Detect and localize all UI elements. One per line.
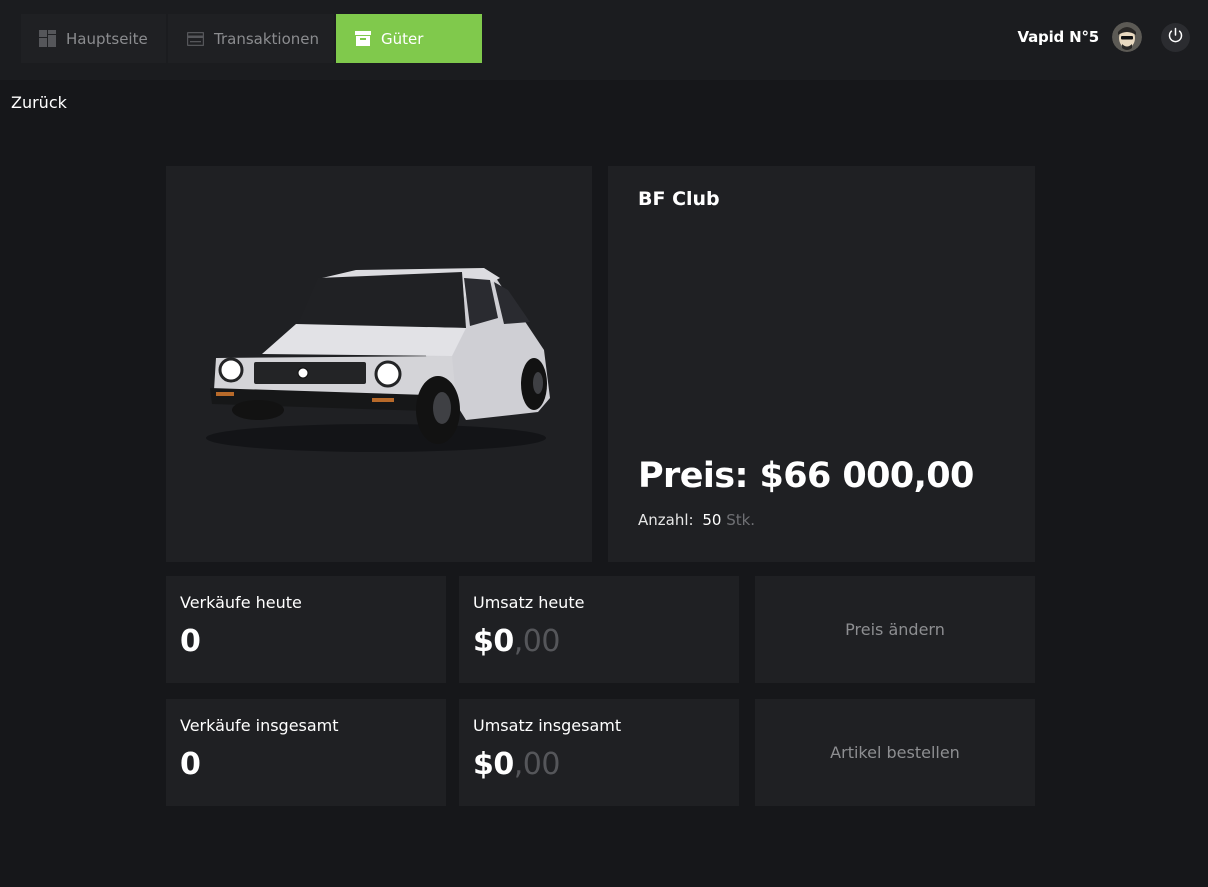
order-items-button[interactable]: Artikel bestellen bbox=[755, 699, 1035, 806]
revenue-today-card: Umsatz heute $0,00 bbox=[459, 576, 739, 683]
sales-today-label: Verkäufe heute bbox=[180, 593, 302, 612]
avatar[interactable] bbox=[1112, 22, 1142, 52]
sales-total-label: Verkäufe insgesamt bbox=[180, 716, 339, 735]
power-icon bbox=[1167, 27, 1184, 48]
sales-today-card: Verkäufe heute 0 bbox=[166, 576, 446, 683]
revenue-total-value: $0,00 bbox=[473, 747, 725, 782]
product-info-card: BF Club Preis: $66 000,00 Anzahl: 50 Stk… bbox=[608, 166, 1035, 562]
quantity-label: Anzahl: bbox=[638, 511, 694, 529]
revenue-today-main: $0 bbox=[473, 624, 514, 659]
power-button[interactable] bbox=[1161, 22, 1190, 52]
product-car-image bbox=[206, 268, 550, 452]
sales-today-value: 0 bbox=[180, 624, 201, 659]
sales-total-card: Verkäufe insgesamt 0 bbox=[166, 699, 446, 806]
card-icon bbox=[187, 31, 204, 46]
nav-tabs: Hauptseite Transaktionen Güter bbox=[21, 14, 482, 63]
tab-transaktionen-label: Transaktionen bbox=[214, 29, 319, 48]
price-row: Preis: $66 000,00 bbox=[638, 456, 974, 496]
quantity-value: 50 bbox=[702, 511, 722, 529]
revenue-total-card: Umsatz insgesamt $0,00 bbox=[459, 699, 739, 806]
revenue-total-label: Umsatz insgesamt bbox=[473, 716, 622, 735]
revenue-today-value: $0,00 bbox=[473, 624, 725, 659]
quantity-unit: Stk. bbox=[726, 511, 756, 529]
revenue-total-decimals: ,00 bbox=[513, 747, 561, 782]
back-link[interactable]: Zurück bbox=[11, 93, 67, 112]
price-value: $66 000,00 bbox=[759, 456, 974, 496]
sales-total-value: 0 bbox=[180, 747, 201, 782]
quantity-row: Anzahl: 50 Stk. bbox=[638, 511, 755, 529]
product-name: BF Club bbox=[638, 188, 720, 210]
tab-hauptseite-label: Hauptseite bbox=[66, 29, 148, 48]
product-image-card bbox=[166, 166, 592, 562]
box-icon bbox=[355, 31, 371, 46]
revenue-total-main: $0 bbox=[473, 747, 514, 782]
dashboard-icon bbox=[39, 30, 56, 47]
change-price-button[interactable]: Preis ändern bbox=[755, 576, 1035, 683]
tab-hauptseite[interactable]: Hauptseite bbox=[21, 14, 166, 63]
price-label: Preis: bbox=[638, 456, 748, 496]
tab-gueter-label: Güter bbox=[381, 29, 424, 48]
user-name: Vapid N°5 bbox=[1017, 28, 1100, 46]
user-menu: Vapid N°5 bbox=[1018, 22, 1190, 52]
revenue-today-decimals: ,00 bbox=[513, 624, 561, 659]
tab-gueter[interactable]: Güter bbox=[336, 14, 482, 63]
top-bar: Hauptseite Transaktionen Güter Vapid N°5 bbox=[0, 0, 1208, 80]
revenue-today-label: Umsatz heute bbox=[473, 593, 585, 612]
tab-transaktionen[interactable]: Transaktionen bbox=[168, 14, 334, 63]
